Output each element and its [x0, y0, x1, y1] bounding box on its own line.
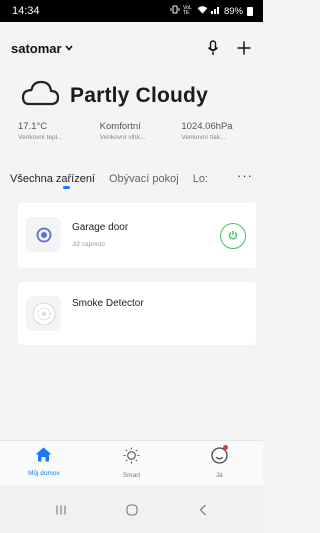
- weather-condition: Partly Cloudy: [70, 83, 208, 107]
- bottom-navigation: Můj domov Smart Já: [0, 440, 263, 485]
- device-card-garage-door[interactable]: Garage door Již zapnuto: [18, 203, 256, 268]
- sun-icon: [123, 447, 140, 469]
- power-button[interactable]: [220, 223, 246, 249]
- nav-label: Můj domov: [27, 470, 60, 477]
- chevron-down-icon: [64, 43, 73, 53]
- weather-stats: 17.1°C Venkovní tepl... Komfortní Venkov…: [0, 121, 263, 141]
- nav-label: Já: [215, 472, 223, 479]
- pressure-label: Venkovní tlak...: [181, 134, 226, 141]
- system-navigation: [0, 486, 263, 533]
- device-status: Již zapnuto: [72, 241, 105, 248]
- tab-active-indicator: [63, 186, 70, 189]
- home-selector[interactable]: satomar: [11, 41, 73, 56]
- battery-percent: 89%: [223, 5, 243, 17]
- nav-smart[interactable]: Smart: [88, 441, 176, 485]
- wifi-icon: [197, 5, 208, 17]
- smoke-detector-icon: [26, 296, 61, 331]
- signal-icon: [210, 5, 221, 17]
- tab-all-devices[interactable]: Všechna zařízení: [10, 173, 95, 185]
- battery-icon: [247, 6, 253, 16]
- nav-label: Smart: [122, 472, 141, 479]
- home-name: satomar: [11, 40, 62, 56]
- humidity-value: Komfortní: [99, 121, 141, 132]
- device-name: Smoke Detector: [72, 298, 144, 309]
- home-button-icon[interactable]: [112, 503, 152, 516]
- stat-pressure: 1024.06hPa Venkovní tlak...: [181, 121, 263, 141]
- pressure-value: 1024.06hPa: [181, 121, 233, 132]
- nav-my-home[interactable]: Můj domov: [0, 441, 88, 485]
- power-icon: [228, 227, 238, 245]
- vibrate-icon: [170, 5, 180, 17]
- humidity-label: Venkovní vlhk...: [99, 134, 146, 141]
- room-tabs: Všechna zařízení Obývací pokoj Lo:: [0, 168, 263, 190]
- status-time: 14:34: [12, 5, 40, 17]
- microphone-icon[interactable]: [207, 40, 219, 56]
- app-header: satomar: [0, 22, 263, 74]
- back-icon[interactable]: [183, 504, 223, 516]
- status-icons: VoLTE 89%: [170, 5, 253, 17]
- cloud-icon: [20, 80, 60, 111]
- weather-summary: Partly Cloudy: [20, 80, 208, 111]
- home-icon: [35, 447, 52, 467]
- stat-humidity: Komfortní Venkovní vlhk...: [100, 121, 182, 141]
- temperature-value: 17.1°C: [18, 121, 48, 132]
- more-tabs-button[interactable]: ···: [237, 168, 253, 183]
- stat-temperature: 17.1°C Venkovní tepl...: [18, 121, 100, 141]
- profile-icon: [211, 447, 228, 469]
- status-bar: 14:34 VoLTE 89%: [0, 0, 263, 22]
- temperature-label: Venkovní tepl...: [18, 134, 63, 141]
- nav-me[interactable]: Já: [175, 441, 263, 485]
- device-card-smoke-detector[interactable]: Smoke Detector: [18, 282, 256, 345]
- recent-apps-icon[interactable]: [41, 505, 81, 515]
- tab-living-room[interactable]: Obývací pokoj: [109, 173, 179, 185]
- garage-door-icon: [26, 217, 61, 252]
- volte-label: VoLTE: [182, 5, 192, 16]
- device-name: Garage door: [72, 222, 129, 233]
- add-icon[interactable]: [237, 41, 251, 55]
- tab-more-room[interactable]: Lo:: [193, 173, 208, 185]
